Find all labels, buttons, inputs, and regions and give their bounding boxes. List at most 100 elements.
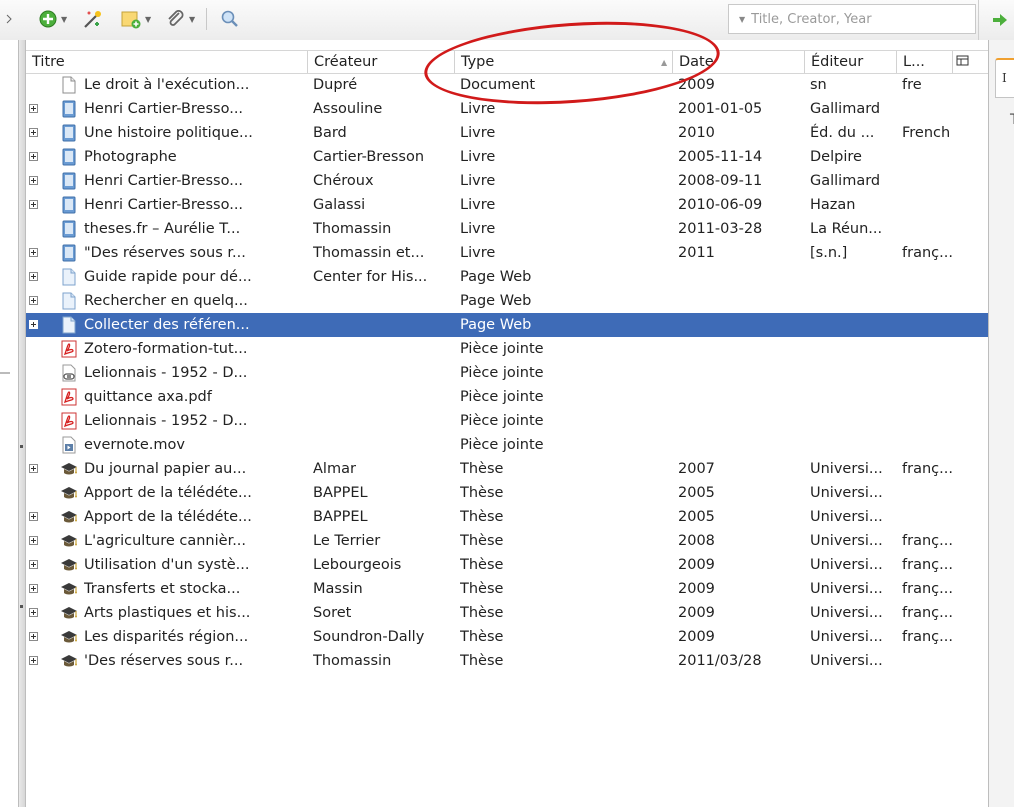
chevron-down-icon: ▼ [189, 14, 196, 24]
cell-language: franç... [902, 629, 953, 645]
cell-date: 2001-01-05 [678, 101, 763, 117]
cell-date: 2005 [678, 509, 715, 525]
cell-language [902, 649, 974, 673]
video-file-icon [60, 436, 78, 454]
cell-date [678, 385, 804, 409]
search-input[interactable]: ▼ Title, Creator, Year [728, 4, 976, 34]
cell-type: Thèse [460, 629, 504, 645]
table-row[interactable]: Collecter des référen... Page Web [26, 313, 988, 337]
cell-title: Lelionnais - 1952 - D... [84, 365, 248, 381]
table-row[interactable]: Rechercher en quelq... Page Web [26, 289, 988, 313]
expand-toggle-icon[interactable] [29, 200, 38, 209]
cell-creator [313, 289, 455, 313]
expand-toggle-icon[interactable] [29, 248, 38, 257]
cell-title: Henri Cartier-Bresso... [84, 101, 244, 117]
right-toolbar [978, 0, 1014, 40]
cell-language: franç... [902, 533, 953, 549]
cell-type: Livre [460, 245, 496, 261]
column-header-language[interactable]: L... [897, 51, 953, 73]
expand-toggle-icon[interactable] [29, 632, 38, 641]
table-row[interactable]: 'Des réserves sous r... Thomassin Thèse 201… [26, 649, 988, 673]
search-mode-dropdown-icon[interactable]: ▼ [739, 15, 745, 24]
table-row[interactable]: Zotero-formation-tut... Pièce jointe [26, 337, 988, 361]
collapse-arrow-icon[interactable] [6, 6, 12, 32]
expand-toggle-icon[interactable] [29, 464, 38, 473]
cell-creator: Galassi [313, 197, 366, 213]
table-row[interactable]: Une histoire politique... Bard Livre 2010 Éd… [26, 121, 988, 145]
expand-toggle-icon[interactable] [29, 656, 38, 665]
expand-toggle-icon[interactable] [29, 176, 38, 185]
cell-creator: Massin [313, 581, 363, 597]
table-row[interactable]: Utilisation d'un systè... Lebourgeois Thès… [26, 553, 988, 577]
expand-toggle-icon[interactable] [29, 152, 38, 161]
cell-creator: Soret [313, 605, 352, 621]
expand-toggle-icon[interactable] [29, 512, 38, 521]
expand-toggle-icon[interactable] [29, 560, 38, 569]
cell-publisher [810, 361, 898, 385]
table-row[interactable]: evernote.mov Pièce jointe [26, 433, 988, 457]
cell-date: 2009 [678, 557, 715, 573]
column-header-publisher[interactable]: Éditeur [805, 51, 897, 73]
table-row[interactable]: quittance axa.pdf Pièce jointe [26, 385, 988, 409]
cell-creator: Soundron-Dally [313, 629, 425, 645]
table-row[interactable]: Du journal papier au... Almar Thèse 2007 Uni… [26, 457, 988, 481]
table-row[interactable]: Apport de la télédéte... BAPPEL Thèse 2005 U… [26, 505, 988, 529]
new-note-button[interactable]: ▼ [120, 6, 151, 32]
paperclip-icon [168, 10, 184, 26]
table-row[interactable]: L'agriculture cannièr... Le Terrier Thèse 2… [26, 529, 988, 553]
pdf-icon [60, 412, 78, 430]
cell-publisher [810, 337, 898, 361]
cell-title: Photographe [84, 149, 177, 165]
cell-type: Thèse [460, 485, 504, 501]
table-row[interactable]: Lelionnais - 1952 - D... Pièce jointe [26, 361, 988, 385]
table-row[interactable]: Apport de la télédéte... BAPPEL Thèse 2005 U… [26, 481, 988, 505]
expand-toggle-icon[interactable] [29, 272, 38, 281]
cell-creator: BAPPEL [313, 509, 368, 525]
table-row[interactable]: "Des réserves sous r... Thomassin et... Li… [26, 241, 988, 265]
expand-toggle-icon[interactable] [29, 584, 38, 593]
table-row[interactable]: Arts plastiques et his... Soret Thèse 2009 U… [26, 601, 988, 625]
table-row[interactable]: Henri Cartier-Bresso... Galassi Livre 2010-… [26, 193, 988, 217]
cell-creator [313, 409, 455, 433]
cell-date: 2009 [678, 77, 715, 93]
thesis-icon [60, 628, 78, 646]
cell-creator: Lebourgeois [313, 557, 402, 573]
expand-toggle-icon[interactable] [29, 536, 38, 545]
table-row[interactable]: Transferts et stocka... Massin Thèse 2009 Un… [26, 577, 988, 601]
item-pane: I T [988, 40, 1014, 807]
pane-splitter[interactable] [18, 40, 26, 807]
new-item-button[interactable]: ▼ [38, 6, 67, 32]
locate-icon[interactable] [991, 12, 1009, 28]
cell-type: Thèse [460, 509, 504, 525]
cell-publisher: Delpire [810, 149, 862, 165]
cell-type: Thèse [460, 461, 504, 477]
pdf-icon [60, 340, 78, 358]
cell-title: Utilisation d'un systè... [84, 557, 250, 573]
cell-type: Thèse [460, 557, 504, 573]
cell-publisher: Universi... [810, 653, 883, 669]
cell-publisher: Universi... [810, 509, 883, 525]
item-pane-tab[interactable]: I [995, 58, 1014, 98]
table-row[interactable]: Henri Cartier-Bresso... Chéroux Livre 2008-… [26, 169, 988, 193]
column-picker-icon[interactable] [956, 54, 970, 68]
table-row[interactable]: Lelionnais - 1952 - D... Pièce jointe [26, 409, 988, 433]
expand-toggle-icon[interactable] [29, 128, 38, 137]
add-by-identifier-button[interactable] [82, 6, 104, 32]
table-row[interactable]: theses.fr – Aurélie T... Thomassin Livre 20… [26, 217, 988, 241]
book-icon [60, 124, 78, 142]
cell-language: fre [902, 77, 922, 93]
add-attachment-button[interactable]: ▼ [166, 6, 195, 32]
expand-toggle-icon[interactable] [29, 296, 38, 305]
cell-type: Thèse [460, 653, 504, 669]
cell-creator: Thomassin [313, 221, 392, 237]
expand-toggle-icon[interactable] [29, 104, 38, 113]
expand-toggle-icon[interactable] [29, 608, 38, 617]
table-row[interactable]: Les disparités région... Soundron-Dally Th… [26, 625, 988, 649]
table-row[interactable]: Photographe Cartier-Bresson Livre 2005-11-1… [26, 145, 988, 169]
advanced-search-button[interactable] [220, 6, 240, 32]
column-header-title[interactable]: Titre [26, 51, 308, 73]
cell-title: 'Des réserves sous r... [84, 653, 244, 669]
table-row[interactable]: Guide rapide pour dé... Center for His...… [26, 265, 988, 289]
cell-creator: Bard [313, 125, 347, 141]
expand-toggle-icon[interactable] [29, 320, 38, 329]
